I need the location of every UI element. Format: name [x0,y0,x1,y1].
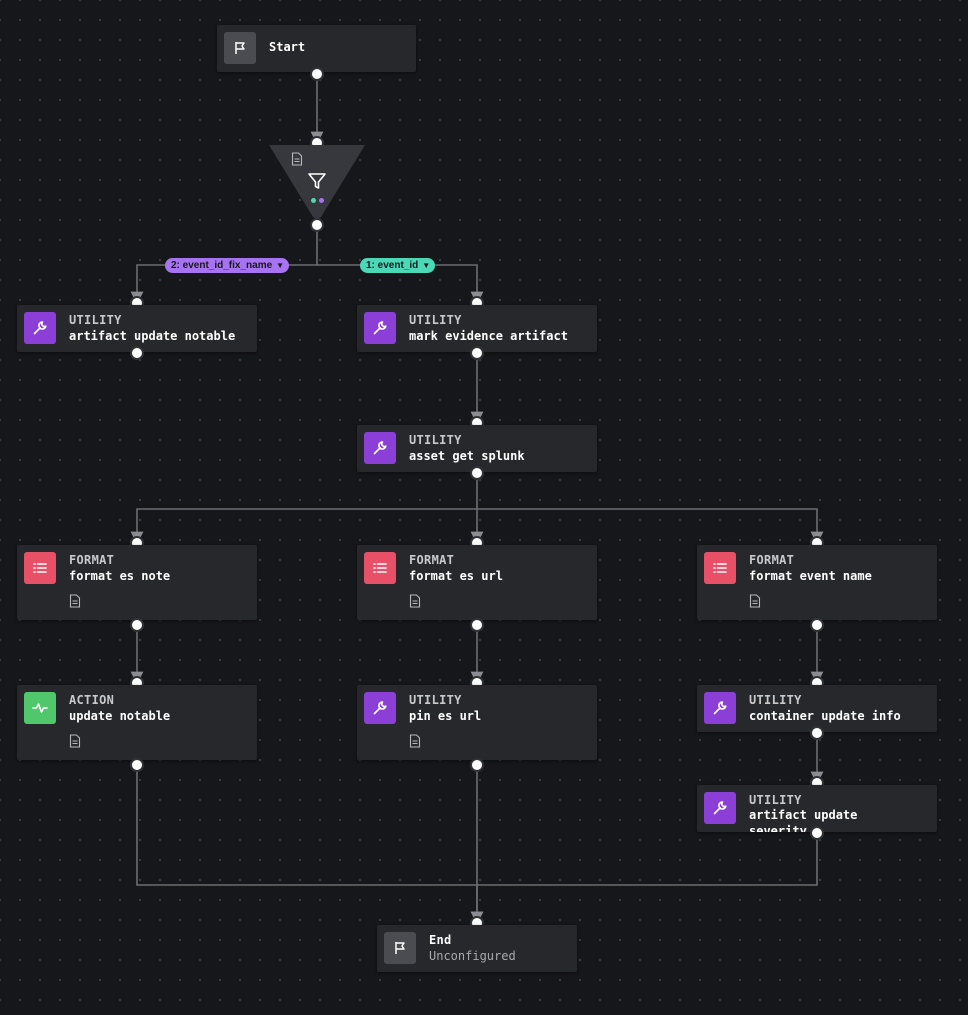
block-type: FORMAT [749,553,795,567]
asset-get-splunk-output-port[interactable] [470,466,484,480]
block-format-event-name[interactable]: FORMAT format event name [697,545,937,620]
end-label: End [429,933,452,947]
pulse-icon [24,692,56,724]
flag-icon [384,932,416,964]
list-icon [364,552,396,584]
block-mark-evidence-artifact[interactable]: UTILITY mark evidence artifact [357,305,597,352]
start-label: Start [269,40,306,54]
wrench-icon [364,312,396,344]
block-type: UTILITY [69,313,122,327]
format-event-name-output-port[interactable] [810,618,824,632]
block-artifact-update-notable[interactable]: UTILITY artifact update notable [17,305,257,352]
decision-output-port[interactable] [310,218,324,232]
document-icon[interactable] [409,594,421,608]
mark-evidence-artifact-output-port[interactable] [470,346,484,360]
format-es-url-output-port[interactable] [470,618,484,632]
document-icon[interactable] [409,734,421,748]
branch-dot-teal [311,198,316,203]
branch-label: 1: event_id [366,260,419,271]
block-container-update-info[interactable]: UTILITY container update info [697,685,937,732]
block-name: mark evidence artifact [409,329,568,343]
wrench-icon [364,692,396,724]
document-icon[interactable] [749,594,761,608]
wrench-icon [704,792,736,824]
branch-pill-event-id[interactable]: 1: event_id ▼ [360,258,435,273]
end-status: Unconfigured [429,949,516,963]
block-pin-es-url[interactable]: UTILITY pin es url [357,685,597,760]
block-type: UTILITY [749,693,802,707]
branch-dot-purple [319,198,324,203]
block-type: UTILITY [409,433,462,447]
block-name: artifact update severity [749,808,858,832]
update-notable-output-port[interactable] [130,758,144,772]
container-update-info-output-port[interactable] [810,726,824,740]
pin-es-url-output-port[interactable] [470,758,484,772]
document-icon[interactable] [69,734,81,748]
document-icon [291,152,303,166]
caret-down-icon: ▼ [276,261,285,270]
block-name: update notable [69,709,171,723]
block-name: artifact update notable [69,329,236,343]
block-artifact-update-severity[interactable]: UTILITY artifact update severity [697,785,937,832]
block-update-notable[interactable]: ACTION update notable [17,685,257,760]
block-type: FORMAT [69,553,115,567]
block-name: format es note [69,569,171,583]
filter-icon [308,173,326,189]
artifact-update-severity-output-port[interactable] [810,826,824,840]
wrench-icon [704,692,736,724]
block-format-es-url[interactable]: FORMAT format es url [357,545,597,620]
block-type: UTILITY [409,693,462,707]
branch-label: 2: event_id_fix_name [171,260,273,271]
block-format-es-note[interactable]: FORMAT format es note [17,545,257,620]
end-node[interactable]: End Unconfigured [377,925,577,972]
list-icon [24,552,56,584]
block-name: asset get splunk [409,449,525,463]
branch-pill-event-id-fix-name[interactable]: 2: event_id_fix_name ▼ [165,258,289,273]
block-name: format event name [749,569,872,583]
block-name: container update info [749,709,901,723]
wrench-icon [24,312,56,344]
caret-down-icon: ▼ [422,261,431,270]
flag-icon [224,32,256,64]
connection-wires [130,73,824,925]
block-type: UTILITY [409,313,462,327]
artifact-update-notable-output-port[interactable] [130,346,144,360]
block-type: ACTION [69,693,115,707]
block-type: FORMAT [409,553,455,567]
document-icon[interactable] [69,594,81,608]
start-output-port[interactable] [310,67,324,81]
block-name: pin es url [409,709,482,723]
block-type: UTILITY [749,793,802,807]
block-name: format es url [409,569,503,583]
start-node[interactable]: Start [217,25,416,72]
format-es-note-output-port[interactable] [130,618,144,632]
decision-node[interactable] [269,145,365,219]
block-asset-get-splunk[interactable]: UTILITY asset get splunk [357,425,597,472]
list-icon [704,552,736,584]
wrench-icon [364,432,396,464]
